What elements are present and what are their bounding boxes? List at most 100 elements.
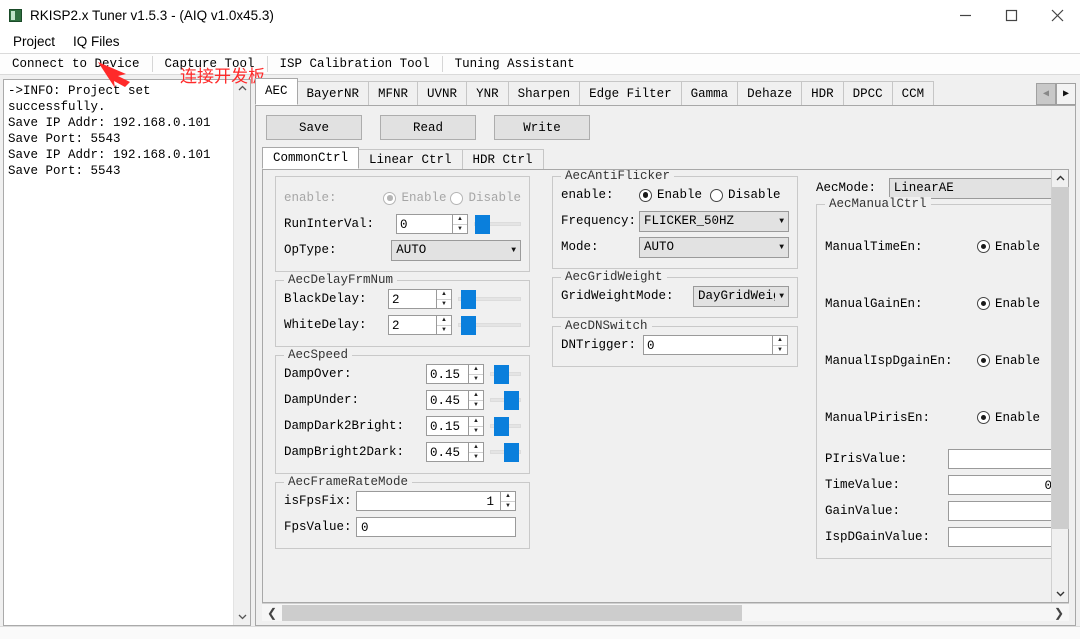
close-button[interactable] <box>1034 0 1080 30</box>
write-button[interactable]: Write <box>494 115 590 140</box>
menu-item-project[interactable]: Project <box>4 32 64 51</box>
isfpsfix-value[interactable]: 1 <box>357 492 500 510</box>
flicker-mode-select[interactable]: AUTO ▼ <box>639 237 789 258</box>
stepper-up-icon[interactable]: ▲ <box>469 443 483 453</box>
stepper-down-icon[interactable]: ▼ <box>469 375 483 384</box>
stepper-buttons[interactable]: ▲▼ <box>500 492 515 510</box>
dampdark2bright-value[interactable]: 0.15 <box>427 417 468 435</box>
hscroll-thumb[interactable] <box>282 605 742 621</box>
subtab-commonctrl[interactable]: CommonCtrl <box>262 147 359 169</box>
dampdark2bright-stepper[interactable]: 0.15 ▲▼ <box>426 416 484 436</box>
tab-ynr[interactable]: YNR <box>466 81 509 105</box>
scroll-right-icon[interactable]: ❯ <box>1049 606 1069 620</box>
dntrigger-stepper[interactable]: 0 ▲▼ <box>643 335 788 355</box>
tool-tuning-assistant[interactable]: Tuning Assistant <box>443 56 587 72</box>
whitedelay-slider[interactable] <box>458 315 521 335</box>
stepper-down-icon[interactable]: ▼ <box>469 453 483 462</box>
tab-dpcc[interactable]: DPCC <box>843 81 893 105</box>
slider-handle[interactable] <box>475 215 490 234</box>
log-scroll-track[interactable] <box>234 97 251 608</box>
tab-aec[interactable]: AEC <box>255 78 298 105</box>
tab-sharpen[interactable]: Sharpen <box>508 81 581 105</box>
stepper-down-icon[interactable]: ▼ <box>437 326 451 335</box>
dampbright2dark-value[interactable]: 0.45 <box>427 443 468 461</box>
slider-handle[interactable] <box>494 365 509 384</box>
manualpirisen-radio-enable[interactable]: Enable <box>977 411 1040 425</box>
stepper-buttons[interactable]: ▲▼ <box>436 316 451 334</box>
fpsvalue-input[interactable]: 0 <box>356 517 516 537</box>
form-scroll-thumb[interactable] <box>1052 187 1069 529</box>
log-vertical-scrollbar[interactable] <box>233 80 250 625</box>
stepper-buttons[interactable]: ▲▼ <box>468 391 483 409</box>
stepper-up-icon[interactable]: ▲ <box>453 215 467 225</box>
stepper-down-icon[interactable]: ▼ <box>469 427 483 436</box>
tab-scroll-right-icon[interactable]: ▶ <box>1056 83 1076 105</box>
dntrigger-value[interactable]: 0 <box>644 336 772 354</box>
optype-select[interactable]: AUTO ▼ <box>391 240 521 261</box>
subtab-hdr-ctrl[interactable]: HDR Ctrl <box>462 149 544 169</box>
manualispdgainen-radio-enable[interactable]: Enable <box>977 354 1040 368</box>
dampover-slider[interactable] <box>490 364 521 384</box>
tab-mfnr[interactable]: MFNR <box>368 81 418 105</box>
timevalue-input[interactable]: 0 <box>948 475 1051 495</box>
blackdelay-stepper[interactable]: 2 ▲▼ <box>388 289 452 309</box>
aecmode-select[interactable]: LinearAE <box>889 178 1051 199</box>
slider-handle[interactable] <box>504 443 519 462</box>
whitedelay-value[interactable]: 2 <box>389 316 436 334</box>
runinterval-stepper[interactable]: 0 ▲▼ <box>396 214 468 234</box>
stepper-buttons[interactable]: ▲▼ <box>468 365 483 383</box>
isfpsfix-stepper[interactable]: 1 ▲▼ <box>356 491 516 511</box>
dampunder-stepper[interactable]: 0.45 ▲▼ <box>426 390 484 410</box>
dampover-stepper[interactable]: 0.15 ▲▼ <box>426 364 484 384</box>
scroll-down-icon[interactable] <box>1052 585 1069 602</box>
stepper-buttons[interactable]: ▲▼ <box>772 336 787 354</box>
scroll-left-icon[interactable]: ❮ <box>262 606 282 620</box>
gainvalue-input[interactable] <box>948 501 1051 521</box>
tool-isp-calibration-tool[interactable]: ISP Calibration Tool <box>268 56 443 72</box>
dampdark2bright-slider[interactable] <box>490 416 521 436</box>
ispdgainvalue-input[interactable] <box>948 527 1051 547</box>
pirisvalue-input[interactable] <box>948 449 1051 469</box>
form-scroll-track[interactable] <box>1052 187 1069 585</box>
tab-scroll-left-icon[interactable]: ◀ <box>1036 83 1056 105</box>
dampunder-value[interactable]: 0.45 <box>427 391 468 409</box>
stepper-up-icon[interactable]: ▲ <box>501 492 515 502</box>
stepper-up-icon[interactable]: ▲ <box>773 336 787 346</box>
stepper-buttons[interactable]: ▲▼ <box>452 215 467 233</box>
dampover-value[interactable]: 0.15 <box>427 365 468 383</box>
blackdelay-slider[interactable] <box>458 289 521 309</box>
stepper-down-icon[interactable]: ▼ <box>453 225 467 234</box>
slider-handle[interactable] <box>494 417 509 436</box>
stepper-down-icon[interactable]: ▼ <box>501 502 515 511</box>
slider-handle[interactable] <box>461 316 476 335</box>
stepper-up-icon[interactable]: ▲ <box>437 290 451 300</box>
enable-radio-enable[interactable]: Enable <box>383 191 446 205</box>
runinterval-slider[interactable] <box>474 214 521 234</box>
antiflicker-radio-disable[interactable]: Disable <box>710 188 781 202</box>
tab-hdr[interactable]: HDR <box>801 81 844 105</box>
stepper-up-icon[interactable]: ▲ <box>469 391 483 401</box>
slider-handle[interactable] <box>461 290 476 309</box>
tool-capture-tool[interactable]: Capture Tool <box>153 56 268 72</box>
stepper-up-icon[interactable]: ▲ <box>437 316 451 326</box>
tab-ccm[interactable]: CCM <box>892 81 935 105</box>
scroll-up-icon[interactable] <box>1052 170 1069 187</box>
tab-edge-filter[interactable]: Edge Filter <box>579 81 682 105</box>
enable-radio-disable[interactable]: Disable <box>450 191 521 205</box>
menu-item-iq-files[interactable]: IQ Files <box>64 32 129 51</box>
save-button[interactable]: Save <box>266 115 362 140</box>
dampunder-slider[interactable] <box>490 390 521 410</box>
stepper-buttons[interactable]: ▲▼ <box>436 290 451 308</box>
stepper-buttons[interactable]: ▲▼ <box>468 443 483 461</box>
whitedelay-stepper[interactable]: 2 ▲▼ <box>388 315 452 335</box>
blackdelay-value[interactable]: 2 <box>389 290 436 308</box>
scroll-down-icon[interactable] <box>234 608 251 625</box>
stepper-up-icon[interactable]: ▲ <box>469 365 483 375</box>
frequency-select[interactable]: FLICKER_50HZ ▼ <box>639 211 789 232</box>
tool-connect-to-device[interactable]: Connect to Device <box>0 56 153 72</box>
form-horizontal-scrollbar[interactable]: ❮ ❯ <box>262 603 1069 621</box>
tab-dehaze[interactable]: Dehaze <box>737 81 802 105</box>
manualgainen-radio-enable[interactable]: Enable <box>977 297 1040 311</box>
read-button[interactable]: Read <box>380 115 476 140</box>
tab-gamma[interactable]: Gamma <box>681 81 739 105</box>
